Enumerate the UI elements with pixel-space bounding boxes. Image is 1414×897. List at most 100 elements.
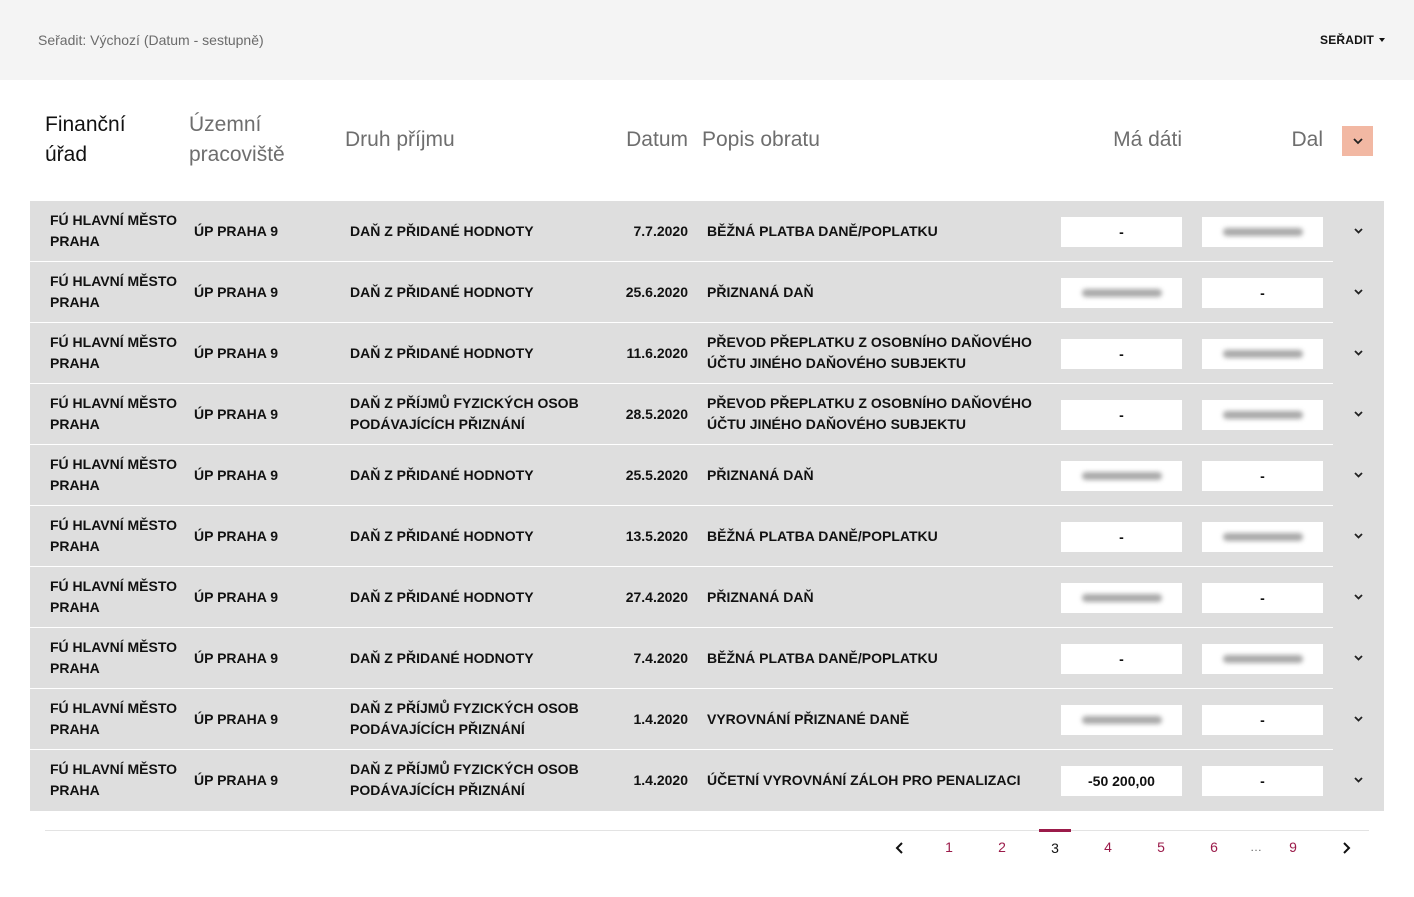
cell-uzemni-pracoviste: ÚP PRAHA 9	[194, 709, 344, 730]
row-expand-button[interactable]	[1343, 521, 1373, 551]
cell-uzemni-pracoviste-line1: ÚP PRAHA 9	[194, 467, 279, 483]
row-expand-button[interactable]	[1343, 216, 1373, 246]
page-6[interactable]: 6	[1198, 829, 1230, 865]
page-1[interactable]: 1	[933, 829, 965, 865]
cell-financni-urad: FÚ HLAVNÍ MĚSTO PRAHA	[50, 515, 190, 557]
page-3[interactable]: 3	[1039, 829, 1071, 865]
redacted-amount	[1081, 289, 1162, 297]
cell-uzemni-pracoviste-line1: ÚP PRAHA 9	[194, 223, 279, 239]
cell-popis-obratu-line1: PŘIZNANÁ DAŇ	[707, 589, 814, 605]
cell-financni-urad: FÚ HLAVNÍ MĚSTO PRAHA	[50, 576, 190, 618]
page-9[interactable]: 9	[1277, 829, 1309, 865]
cell-dal-value: -	[1260, 590, 1265, 606]
cell-popis-obratu: PŘIZNANÁ DAŇ	[707, 282, 1047, 303]
table-row[interactable]: FÚ HLAVNÍ MĚSTO PRAHA ÚP PRAHA 9 DAŇ Z PŘID…	[30, 445, 1363, 506]
chevron-down-icon	[1353, 228, 1363, 234]
row-expand-button[interactable]	[1343, 765, 1373, 795]
cell-datum: 1.4.2020	[590, 709, 689, 730]
row-expand-button[interactable]	[1343, 277, 1373, 307]
table-row[interactable]: FÚ HLAVNÍ MĚSTO PRAHA ÚP PRAHA 9 DAŇ Z PŘID…	[30, 201, 1363, 262]
redacted-amount	[1222, 533, 1303, 541]
chevron-down-icon	[1353, 533, 1363, 539]
page-4[interactable]: 4	[1092, 829, 1124, 865]
cell-popis-obratu-line2: ÚČTU JINÉHO DAŇOVÉHO SUBJEKTU	[707, 416, 967, 432]
cell-datum-line1: 11.6.2020	[626, 345, 688, 361]
table-row[interactable]: FÚ HLAVNÍ MĚSTO PRAHA ÚP PRAHA 9 DAŇ Z PŘÍJ…	[30, 750, 1363, 811]
cell-uzemni-pracoviste: ÚP PRAHA 9	[194, 343, 344, 364]
cell-druh-prijmu-line2: PODÁVAJÍCÍCH PŘIZNÁNÍ	[350, 782, 525, 798]
cell-financni-urad: FÚ HLAVNÍ MĚSTO PRAHA	[50, 271, 190, 313]
cell-ma-dati: -50 200,00	[1061, 766, 1182, 796]
row-expand-button[interactable]	[1343, 704, 1373, 734]
cell-datum-line1: 1.4.2020	[633, 711, 689, 727]
cell-druh-prijmu: DAŇ Z PŘIDANÉ HODNOTY	[350, 343, 590, 364]
cell-druh-prijmu-line2: PODÁVAJÍCÍCH PŘIZNÁNÍ	[350, 721, 525, 737]
cell-druh-prijmu: DAŇ Z PŘIDANÉ HODNOTY	[350, 465, 590, 486]
cell-ma-dati: -	[1061, 339, 1182, 369]
table-row[interactable]: FÚ HLAVNÍ MĚSTO PRAHA ÚP PRAHA 9 DAŇ Z PŘID…	[30, 506, 1363, 567]
cell-financni-urad: FÚ HLAVNÍ MĚSTO PRAHA	[50, 332, 190, 374]
row-expand-button[interactable]	[1343, 582, 1373, 612]
cell-uzemni-pracoviste-line1: ÚP PRAHA 9	[194, 345, 279, 361]
next-page-button[interactable]	[1337, 838, 1357, 858]
row-expand-button[interactable]	[1343, 399, 1373, 429]
prev-page-button[interactable]	[889, 838, 909, 858]
cell-dal-value: -	[1260, 285, 1265, 301]
table-row[interactable]: FÚ HLAVNÍ MĚSTO PRAHA ÚP PRAHA 9 DAŇ Z PŘID…	[30, 628, 1363, 689]
cell-ma-dati	[1061, 461, 1182, 491]
cell-datum: 13.5.2020	[590, 526, 688, 547]
cell-uzemni-pracoviste: ÚP PRAHA 9	[194, 221, 344, 242]
cell-ma-dati-value: -	[1119, 346, 1124, 362]
cell-financni-urad-line2: PRAHA	[50, 660, 100, 676]
cell-datum: 1.4.2020	[590, 770, 689, 791]
page-5[interactable]: 5	[1145, 829, 1177, 865]
cell-ma-dati	[1061, 583, 1182, 613]
chevron-down-icon	[1353, 777, 1363, 783]
cell-dal: -	[1202, 461, 1323, 491]
cell-financni-urad-line2: PRAHA	[50, 416, 100, 432]
cell-ma-dati-value: -	[1119, 407, 1124, 423]
row-expand-button[interactable]	[1343, 643, 1373, 673]
sort-bar: Seřadit: Výchozí (Datum - sestupně) SEŘA…	[0, 0, 1414, 80]
sort-button[interactable]: SEŘADIT	[1320, 33, 1386, 47]
cell-financni-urad-line2: PRAHA	[50, 355, 100, 371]
cell-druh-prijmu-line1: DAŇ Z PŘIDANÉ HODNOTY	[350, 345, 534, 361]
cell-dal: -	[1202, 583, 1323, 613]
cell-datum: 28.5.2020	[590, 404, 688, 425]
table-row[interactable]: FÚ HLAVNÍ MĚSTO PRAHA ÚP PRAHA 9 DAŇ Z PŘÍJ…	[30, 384, 1363, 445]
chevron-down-icon	[1353, 411, 1363, 417]
header-financni-urad: Finanční úřad	[45, 110, 126, 170]
cell-financni-urad-line1: FÚ HLAVNÍ MĚSTO	[50, 761, 178, 777]
chevron-down-icon	[1352, 137, 1363, 144]
cell-dal: -	[1202, 705, 1323, 735]
cell-dal-value: -	[1260, 773, 1265, 789]
cell-druh-prijmu-line1: DAŇ Z PŘIDANÉ HODNOTY	[350, 589, 534, 605]
cell-uzemni-pracoviste: ÚP PRAHA 9	[194, 404, 344, 425]
expand-all-button[interactable]	[1342, 126, 1373, 156]
row-expand-button[interactable]	[1343, 460, 1373, 490]
table-row[interactable]: FÚ HLAVNÍ MĚSTO PRAHA ÚP PRAHA 9 DAŇ Z PŘID…	[30, 262, 1363, 323]
cell-dal-value: -	[1260, 468, 1265, 484]
cell-ma-dati: -	[1061, 400, 1182, 430]
cell-druh-prijmu-line1: DAŇ Z PŘÍJMŮ FYZICKÝCH OSOB	[350, 395, 579, 411]
cell-financni-urad: FÚ HLAVNÍ MĚSTO PRAHA	[50, 393, 190, 435]
table-row[interactable]: FÚ HLAVNÍ MĚSTO PRAHA ÚP PRAHA 9 DAŇ Z PŘID…	[30, 567, 1363, 628]
row-expand-button[interactable]	[1343, 338, 1373, 368]
header-datum: Datum	[626, 128, 688, 151]
cell-druh-prijmu-line1: DAŇ Z PŘIDANÉ HODNOTY	[350, 467, 534, 483]
cell-datum: 25.6.2020	[590, 282, 688, 303]
cell-uzemni-pracoviste-line1: ÚP PRAHA 9	[194, 528, 279, 544]
table-row[interactable]: FÚ HLAVNÍ MĚSTO PRAHA ÚP PRAHA 9 DAŇ Z PŘID…	[30, 323, 1363, 384]
cell-druh-prijmu: DAŇ Z PŘÍJMŮ FYZICKÝCH OSOB PODÁVAJÍCÍCH …	[350, 698, 590, 740]
cell-druh-prijmu: DAŇ Z PŘÍJMŮ FYZICKÝCH OSOB PODÁVAJÍCÍCH …	[350, 393, 590, 435]
table-row[interactable]: FÚ HLAVNÍ MĚSTO PRAHA ÚP PRAHA 9 DAŇ Z PŘÍJ…	[30, 689, 1363, 750]
cell-financni-urad-line1: FÚ HLAVNÍ MĚSTO	[50, 273, 178, 289]
cell-uzemni-pracoviste-line1: ÚP PRAHA 9	[194, 589, 279, 605]
cell-uzemni-pracoviste: ÚP PRAHA 9	[194, 587, 344, 608]
cell-financni-urad-line2: PRAHA	[50, 721, 100, 737]
cell-ma-dati	[1061, 705, 1182, 735]
cell-financni-urad-line2: PRAHA	[50, 477, 100, 493]
cell-dal	[1202, 644, 1323, 674]
cell-druh-prijmu-line1: DAŇ Z PŘIDANÉ HODNOTY	[350, 284, 534, 300]
page-2[interactable]: 2	[986, 829, 1018, 865]
